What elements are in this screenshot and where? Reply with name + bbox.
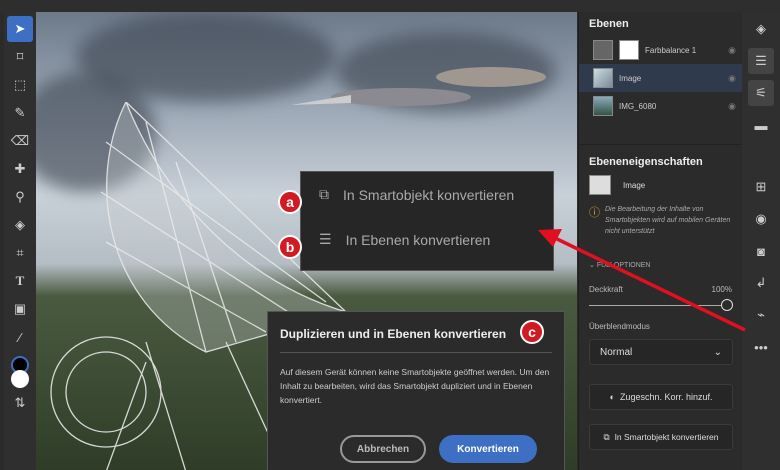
annotation-arrow (538, 229, 746, 332)
